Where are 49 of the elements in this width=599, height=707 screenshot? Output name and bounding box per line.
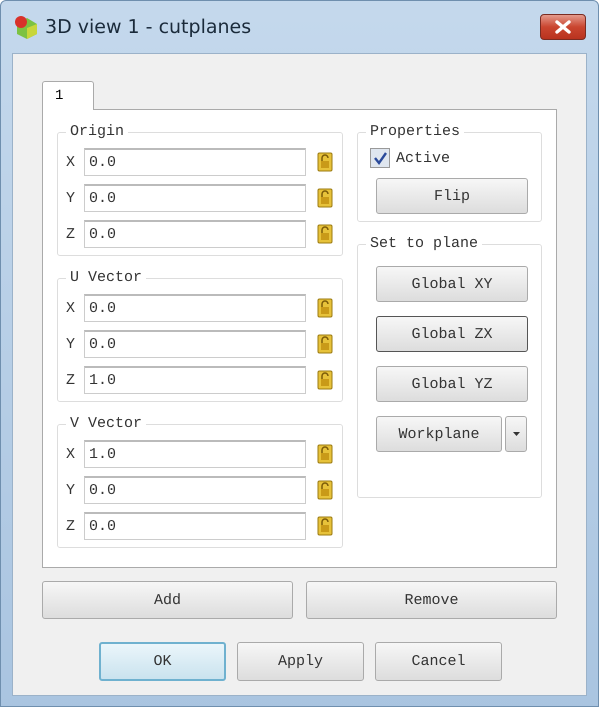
dialog-button[interactable]: OK	[99, 642, 226, 681]
group-label: Set to plane	[366, 235, 482, 252]
axis-label: Y	[66, 336, 76, 352]
caret-icon	[512, 432, 520, 436]
group-label: Origin	[66, 123, 128, 140]
checkbox[interactable]	[370, 148, 390, 168]
dialog-button[interactable]: Cancel	[375, 642, 502, 681]
value-field[interactable]: 0.0	[84, 330, 306, 358]
axis-label: Y	[66, 482, 76, 498]
lock-icon	[316, 480, 334, 500]
list-button[interactable]: Remove	[306, 581, 557, 619]
plane-button[interactable]: Global YZ	[376, 366, 528, 402]
axis-label: Z	[66, 518, 76, 534]
lock-icon	[316, 444, 334, 464]
check-icon	[373, 151, 387, 165]
axis-label: Y	[66, 190, 76, 206]
dialog-button[interactable]: Apply	[237, 642, 364, 681]
value-field[interactable]: 1.0	[84, 366, 306, 394]
axis-label: Z	[66, 372, 76, 388]
lock-icon	[316, 152, 334, 172]
group-label: Properties	[366, 123, 464, 140]
lock-icon	[316, 370, 334, 390]
lock-icon	[316, 334, 334, 354]
list-button[interactable]: Add	[42, 581, 293, 619]
window-title: 3D view 1 - cutplanes	[45, 16, 252, 38]
value-field[interactable]: 0.0	[84, 512, 306, 540]
plane-button[interactable]: Global ZX	[376, 316, 528, 352]
checkbox-label: Active	[396, 150, 450, 166]
value-field[interactable]: 0.0	[84, 294, 306, 322]
app-icon	[13, 14, 39, 40]
axis-label: X	[66, 446, 76, 462]
close-icon	[555, 20, 571, 34]
value-field[interactable]: 0.0	[84, 220, 306, 248]
close-button[interactable]	[540, 14, 586, 40]
value-field[interactable]: 1.0	[84, 440, 306, 468]
workplane-button[interactable]: Workplane	[376, 416, 502, 452]
lock-icon	[316, 516, 334, 536]
tab[interactable]: 1	[42, 81, 94, 110]
plane-button[interactable]: Global XY	[376, 266, 528, 302]
value-field[interactable]: 0.0	[84, 148, 306, 176]
axis-label: X	[66, 300, 76, 316]
lock-icon	[316, 298, 334, 318]
axis-label: X	[66, 154, 76, 170]
value-field[interactable]: 0.0	[84, 184, 306, 212]
lock-icon	[316, 224, 334, 244]
lock-icon	[316, 188, 334, 208]
axis-label: Z	[66, 226, 76, 242]
value-field[interactable]: 0.0	[84, 476, 306, 504]
flip-button[interactable]: Flip	[376, 178, 528, 214]
